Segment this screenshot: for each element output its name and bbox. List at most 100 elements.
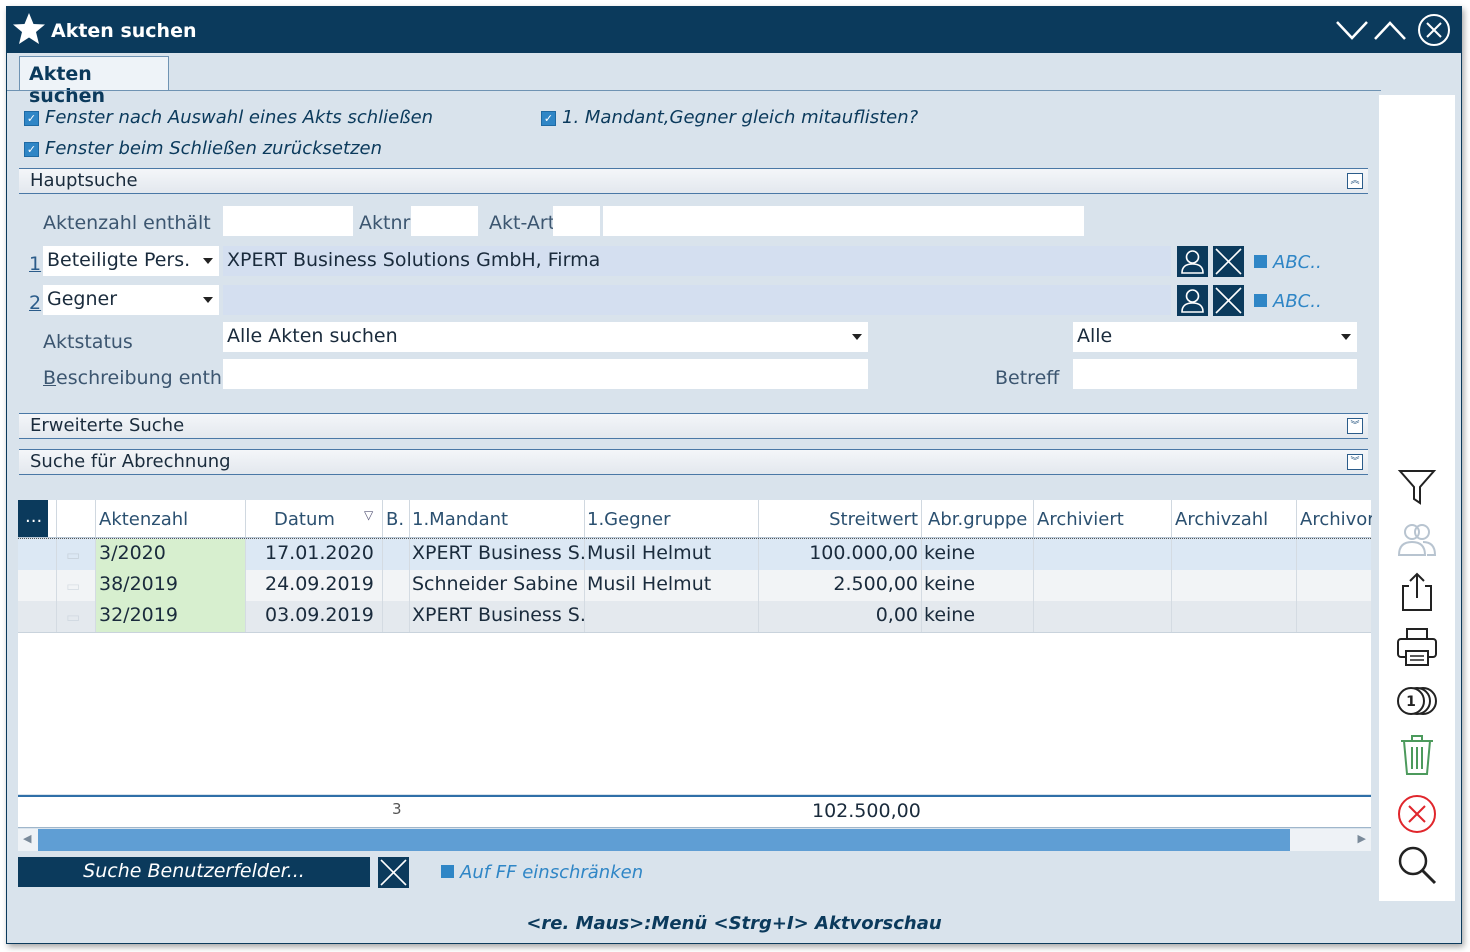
- print-icon[interactable]: [1395, 625, 1439, 669]
- cell-archivzahl: [1171, 570, 1296, 601]
- search-icon[interactable]: [1395, 843, 1439, 887]
- collapse-icon[interactable]: ︽: [1347, 173, 1363, 189]
- cell-datum: 24.09.2019: [245, 570, 382, 601]
- table-row[interactable]: ▭ 32/2019 03.09.2019 XPERT Business S...…: [18, 601, 1371, 633]
- checkbox-icon[interactable]: [441, 865, 454, 878]
- header-mandant[interactable]: 1.Mandant: [409, 500, 584, 537]
- cell-archivzahl: [1171, 539, 1296, 570]
- party1-index: 1: [29, 253, 42, 275]
- chevron-down-icon[interactable]: [1335, 13, 1369, 47]
- restrict-ff-toggle[interactable]: Auf FF einschränken: [441, 862, 643, 883]
- checkbox-checked-icon[interactable]: ✓: [24, 111, 39, 126]
- option-label: 1. Mandant,Gegner gleich mitauflisten?: [562, 107, 919, 128]
- cell-mandant: Schneider Sabine: [409, 570, 584, 601]
- file-icon: ▭: [56, 601, 95, 632]
- scrollbar-thumb[interactable]: [38, 829, 1290, 851]
- abc-toggle-1[interactable]: ABC..: [1254, 252, 1322, 273]
- row-count: 3: [392, 800, 402, 818]
- total-streitwert: 102.500,00: [812, 800, 921, 822]
- file-number-label: Aktenzahl enthält: [43, 212, 211, 234]
- cell-streitwert: 2.500,00: [758, 570, 921, 601]
- cell-abr-gruppe: keine: [921, 601, 1033, 632]
- aktnr-input[interactable]: [411, 206, 478, 236]
- abc-toggle-2[interactable]: ABC..: [1254, 291, 1322, 312]
- cell-b: [382, 601, 409, 632]
- header-archiviert[interactable]: Archiviert: [1033, 500, 1171, 537]
- cell-datum: 17.01.2020: [245, 539, 382, 570]
- option-list-client-opponent[interactable]: ✓ 1. Mandant,Gegner gleich mitauflisten?: [541, 107, 918, 128]
- dropdown-arrow-icon[interactable]: [1341, 334, 1351, 340]
- export-icon[interactable]: [1395, 570, 1439, 614]
- sort-desc-icon[interactable]: ▽: [364, 508, 373, 522]
- coins-icon[interactable]: 1: [1395, 679, 1439, 723]
- section-title: Erweiterte Suche: [30, 415, 185, 436]
- party1-role-select[interactable]: Beteiligte Pers.: [43, 246, 219, 276]
- cell-archivor: [1296, 539, 1372, 570]
- expand-icon[interactable]: ︾: [1347, 418, 1363, 434]
- option-reset-on-close[interactable]: ✓ Fenster beim Schließen zurücksetzen: [24, 138, 382, 159]
- clear-icon[interactable]: [1213, 246, 1244, 277]
- subject-input[interactable]: [1073, 359, 1357, 389]
- dropdown-arrow-icon[interactable]: [203, 297, 213, 303]
- cell-gegner: Musil Helmut: [584, 539, 758, 570]
- section-billing-search[interactable]: Suche für Abrechnung ︾: [19, 449, 1368, 475]
- checkbox-icon[interactable]: [1254, 255, 1267, 268]
- header-archivor[interactable]: Archivor: [1296, 500, 1372, 537]
- header-aktenzahl[interactable]: Aktenzahl: [95, 500, 245, 537]
- cell-streitwert: 100.000,00: [758, 539, 921, 570]
- aktart-input[interactable]: [553, 206, 600, 236]
- cell-abr-gruppe: keine: [921, 570, 1033, 601]
- person-icon[interactable]: [1177, 285, 1208, 316]
- checkbox-checked-icon[interactable]: ✓: [541, 111, 556, 126]
- table-row[interactable]: ▭ 38/2019 24.09.2019 Schneider Sabine Mu…: [18, 570, 1371, 602]
- scroll-right-icon[interactable]: ▶: [1358, 832, 1366, 845]
- cell-b: [382, 539, 409, 570]
- description-input[interactable]: [223, 359, 868, 389]
- expand-icon[interactable]: ︾: [1347, 454, 1363, 470]
- header-datum[interactable]: Datum ▽: [245, 500, 382, 537]
- filter-icon[interactable]: [1395, 465, 1439, 509]
- cell-archiviert: [1033, 539, 1171, 570]
- persons-icon: [1397, 524, 1437, 556]
- section-extended-search[interactable]: Erweiterte Suche ︾: [19, 413, 1368, 439]
- close-circle-icon[interactable]: [1417, 13, 1451, 47]
- party2-role-select[interactable]: Gegner: [43, 285, 219, 315]
- party1-input[interactable]: XPERT Business Solutions GmbH, Firma: [223, 246, 1171, 276]
- person-icon[interactable]: [1177, 246, 1208, 277]
- trash-icon[interactable]: [1395, 733, 1439, 777]
- checkbox-icon[interactable]: [1254, 294, 1267, 307]
- party2-input[interactable]: [223, 285, 1171, 315]
- scroll-left-icon[interactable]: ◀: [23, 832, 31, 845]
- section-main-search[interactable]: Hauptsuche ︽: [19, 168, 1368, 194]
- aktart-description: [603, 206, 1084, 236]
- status-select[interactable]: Alle Akten suchen: [223, 322, 868, 352]
- cell-archivzahl: [1171, 601, 1296, 632]
- cancel-icon[interactable]: [1395, 792, 1439, 836]
- party2-index: 2: [29, 292, 42, 314]
- cell-streitwert: 0,00: [758, 601, 921, 632]
- header-gegner[interactable]: 1.Gegner: [584, 500, 758, 537]
- subject-label: Betreff: [995, 367, 1060, 389]
- results-table[interactable]: ... Aktenzahl Datum ▽ B. 1.Mandant 1.Geg…: [18, 500, 1372, 794]
- file-icon: ▭: [56, 570, 95, 601]
- clear-icon[interactable]: [1213, 285, 1244, 316]
- tab-akten-suchen[interactable]: Akten suchen: [19, 56, 169, 107]
- header-abr-gruppe[interactable]: Abr.gruppe: [921, 500, 1033, 537]
- custom-fields-search-button[interactable]: Suche Benutzerfelder...: [18, 857, 370, 887]
- dropdown-arrow-icon[interactable]: [203, 258, 213, 264]
- clear-icon[interactable]: [378, 857, 409, 888]
- dropdown-arrow-icon[interactable]: [852, 334, 862, 340]
- chevron-up-icon[interactable]: [1373, 13, 1407, 47]
- checkbox-checked-icon[interactable]: ✓: [24, 142, 39, 157]
- header-b[interactable]: B.: [382, 500, 409, 537]
- horizontal-scrollbar[interactable]: ◀ ▶: [18, 829, 1371, 851]
- table-row[interactable]: ▭ 3/2020 17.01.2020 XPERT Business S... …: [18, 538, 1371, 571]
- cell-b: [382, 570, 409, 601]
- column-chooser-button[interactable]: ...: [18, 500, 48, 537]
- header-streitwert[interactable]: Streitwert: [758, 500, 921, 537]
- file-number-input[interactable]: [223, 206, 353, 236]
- status-filter-select[interactable]: Alle: [1073, 322, 1357, 352]
- cell-archiviert: [1033, 601, 1171, 632]
- header-archivzahl[interactable]: Archivzahl: [1171, 500, 1296, 537]
- option-close-after-select[interactable]: ✓ Fenster nach Auswahl eines Akts schließ…: [24, 107, 433, 128]
